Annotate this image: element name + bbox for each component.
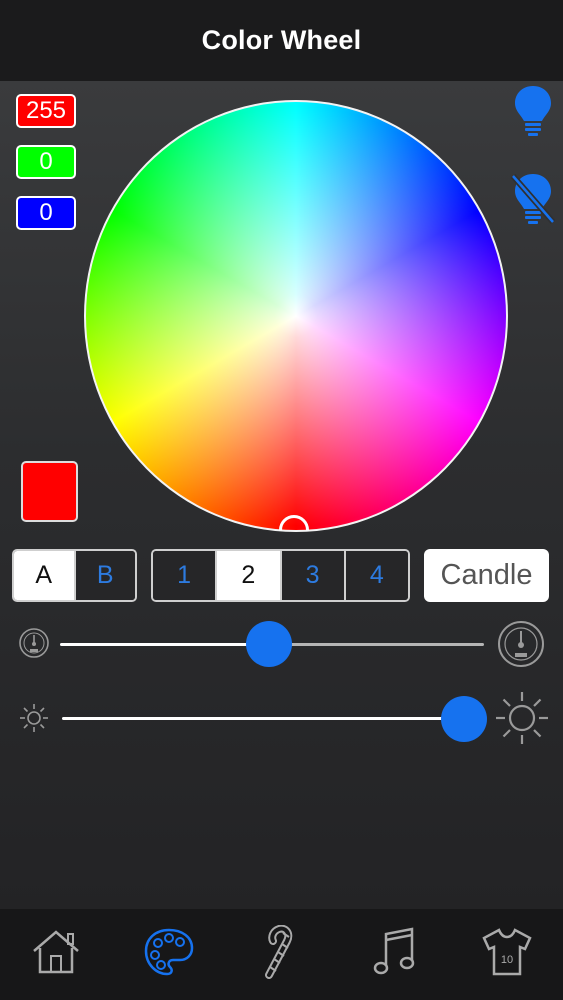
tab-shirt[interactable]: 10 (450, 909, 563, 1000)
speed-slider-thumb[interactable] (246, 621, 292, 667)
tab-music[interactable] (338, 909, 451, 1000)
speedometer-fast-icon (497, 620, 545, 668)
tab-palette[interactable] (113, 909, 226, 1000)
channel-option-2[interactable]: 2 (215, 551, 280, 600)
lightbulb-icon[interactable] (512, 84, 554, 138)
green-value-box[interactable]: 0 (16, 145, 76, 179)
candle-button[interactable]: Candle (424, 549, 549, 602)
color-wheel[interactable] (84, 100, 508, 532)
sun-small-icon (18, 702, 50, 734)
channel-option-3[interactable]: 3 (279, 551, 344, 600)
channel-selector: 1 2 3 4 (151, 549, 410, 602)
brightness-slider-thumb[interactable] (441, 696, 487, 742)
palette-icon (143, 927, 195, 982)
speedometer-slow-icon (18, 627, 50, 659)
speed-slider-track (269, 643, 484, 646)
speed-slider-track-filled (60, 643, 269, 646)
zone-selector: A B (12, 549, 137, 602)
navigation-bar: Color Wheel (0, 0, 563, 82)
blue-value-box[interactable]: 0 (16, 196, 76, 230)
candy-cane-icon (261, 924, 301, 984)
channel-option-4[interactable]: 4 (343, 551, 408, 600)
tab-candy[interactable] (225, 909, 338, 1000)
home-icon (31, 929, 81, 980)
svg-text:10: 10 (501, 954, 513, 966)
channel-option-1[interactable]: 1 (153, 551, 216, 600)
tab-home[interactable] (0, 909, 113, 1000)
zone-option-a[interactable]: A (14, 551, 74, 600)
sun-large-icon (494, 690, 550, 746)
shirt-icon: 10 (481, 927, 533, 982)
music-note-icon (372, 926, 416, 983)
zone-option-b[interactable]: B (73, 551, 135, 600)
red-value-box[interactable]: 255 (16, 94, 76, 128)
lightbulb-off-icon[interactable] (510, 172, 556, 226)
current-color-swatch (21, 461, 78, 522)
tab-bar: 10 (0, 909, 563, 1000)
brightness-slider-track-filled (62, 717, 464, 720)
page-title: Color Wheel (201, 25, 362, 55)
